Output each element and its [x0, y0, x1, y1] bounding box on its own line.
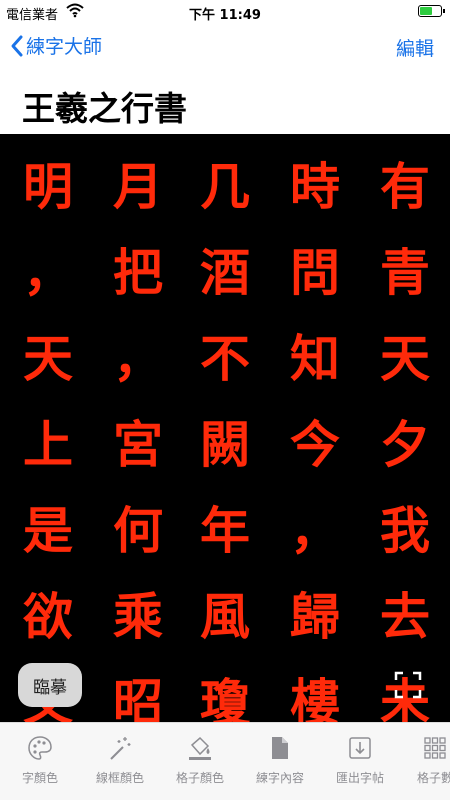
navigation-bar: 練字大師 編輯	[0, 26, 450, 66]
tab-label: 格子顏色	[175, 771, 224, 785]
glyph: 把	[113, 243, 163, 302]
glyph-column: 時 問 知 今 ， 歸 樓	[285, 152, 345, 722]
glyph: 乘	[113, 587, 163, 646]
grid-icon	[424, 737, 446, 759]
glyph: 几	[200, 157, 250, 216]
tab-label: 格子數	[416, 771, 450, 785]
glyph: 天	[380, 329, 430, 388]
glyph: 青	[380, 243, 430, 302]
battery-icon	[418, 5, 445, 17]
glyph: 上	[23, 415, 73, 474]
document-icon	[272, 737, 288, 759]
glyph: 闕	[200, 415, 250, 474]
glyph: 天	[23, 329, 73, 388]
tab-grid-color[interactable]: 格子顏色	[165, 735, 235, 786]
glyph-column: 几 酒 不 闕 年 風 瓊	[195, 152, 255, 722]
glyph: 風	[200, 587, 250, 646]
glyph: 我	[380, 501, 430, 560]
glyph: 瓊	[200, 673, 250, 722]
glyph: 去	[380, 587, 430, 646]
glyph: 月	[113, 157, 163, 216]
glyph: ，	[23, 243, 73, 302]
back-button-label: 練字大師	[26, 36, 103, 58]
chevron-left-icon	[11, 35, 23, 56]
tab-export[interactable]: 匯出字帖	[325, 735, 395, 786]
glyph: 是	[23, 501, 73, 560]
status-bar: 電信業者 下午 11:49	[0, 0, 450, 24]
tab-label: 線框顏色	[95, 771, 144, 785]
export-icon	[349, 737, 371, 759]
tab-label: 練字內容	[255, 771, 304, 785]
glyph: 歸	[290, 587, 340, 646]
calligraphy-board[interactable]: 有 青 天 夕 我 去 未 時 問 知 今 ， 歸 樓 几 酒 不 闕 年 風 …	[0, 134, 450, 722]
edit-button[interactable]: 編輯	[396, 34, 434, 61]
glyph: 昭	[113, 673, 163, 722]
glyph: 酒	[200, 243, 250, 302]
tab-frame-color[interactable]: 線框顏色	[85, 735, 155, 786]
paint-bucket-icon	[189, 736, 211, 760]
glyph: ，	[290, 501, 340, 560]
glyph: 有	[380, 157, 430, 216]
magic-wand-icon	[110, 737, 131, 760]
bottom-toolbar: 字顏色 線框顏色 格子顏色 練字內容 匯出字帖 格子數	[0, 722, 450, 800]
glyph: ，	[113, 329, 163, 388]
palette-icon	[28, 736, 52, 760]
glyph: 宮	[113, 415, 163, 474]
glyph: 時	[290, 157, 340, 216]
glyph: 何	[113, 501, 163, 560]
glyph: 今	[290, 415, 340, 474]
tab-label: 匯出字帖	[335, 771, 384, 785]
glyph-column: 明 ， 天 上 是 欲 又	[18, 152, 78, 722]
tab-label: 字顏色	[21, 771, 58, 785]
tab-grid-count[interactable]: 格子數	[400, 735, 450, 786]
glyph: 年	[200, 501, 250, 560]
glyph: 不	[200, 329, 250, 388]
glyph: 問	[290, 243, 340, 302]
glyph: 明	[23, 157, 73, 216]
glyph: 夕	[380, 415, 430, 474]
trace-button[interactable]: 臨摹	[18, 663, 82, 707]
clock: 下午 11:49	[189, 8, 261, 23]
tab-practice-content[interactable]: 練字內容	[245, 735, 315, 786]
glyph: 知	[290, 329, 340, 388]
glyph-column: 有 青 天 夕 我 去 未	[375, 152, 435, 722]
page-title: 王羲之行書	[22, 89, 187, 128]
fullscreen-icon[interactable]	[394, 671, 422, 699]
glyph-column: 月 把 ， 宮 何 乘 昭	[108, 152, 168, 722]
glyph: 欲	[23, 587, 73, 646]
tab-text-color[interactable]: 字顏色	[5, 735, 75, 786]
glyph: 樓	[290, 673, 340, 722]
back-button[interactable]: 練字大師	[10, 32, 102, 59]
